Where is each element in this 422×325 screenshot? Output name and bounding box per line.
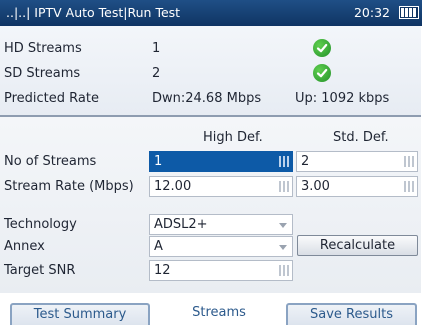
target-snr-field[interactable]: 12 bbox=[149, 260, 293, 281]
annex-value: A bbox=[154, 239, 163, 254]
sd-stream-rate-value: 3.00 bbox=[301, 179, 330, 194]
hd-no-of-streams-field[interactable]: 1 bbox=[149, 151, 293, 172]
bottom-tab-bar: Test Summary Streams Save Results bbox=[0, 293, 422, 325]
recalculate-button[interactable]: Recalculate bbox=[297, 235, 418, 256]
summary-panel: HD Streams 1 SD Streams 2 Predicted Rate… bbox=[0, 26, 421, 117]
hd-stream-rate-value: 12.00 bbox=[154, 179, 192, 194]
check-icon bbox=[313, 64, 331, 82]
tab-test-summary[interactable]: Test Summary bbox=[10, 303, 150, 325]
clock: 20:32 bbox=[353, 5, 390, 20]
predicted-rate-down: Dwn:24.68 Mbps bbox=[152, 91, 262, 106]
check-icon bbox=[313, 39, 331, 57]
hd-streams-label: HD Streams bbox=[4, 41, 82, 56]
sd-no-of-streams-field[interactable]: 2 bbox=[296, 151, 418, 172]
dropdown-arrow-icon[interactable] bbox=[279, 223, 287, 228]
keypad-icon[interactable] bbox=[404, 156, 414, 167]
technology-value: ADSL2+ bbox=[154, 217, 208, 232]
technology-label: Technology bbox=[4, 217, 77, 232]
annex-select[interactable]: A bbox=[149, 236, 293, 257]
sd-no-of-streams-value: 2 bbox=[301, 154, 310, 169]
summary-row-predicted-rate: Predicted Rate Dwn:24.68 Mbps Up: 1092 k… bbox=[0, 88, 421, 110]
target-snr-label: Target SNR bbox=[4, 263, 76, 278]
tab-streams[interactable]: Streams bbox=[163, 303, 275, 325]
sd-stream-rate-field[interactable]: 3.00 bbox=[296, 176, 418, 197]
tab-save-results[interactable]: Save Results bbox=[286, 303, 417, 325]
column-header-std-def: Std. Def. bbox=[333, 130, 389, 145]
keypad-icon[interactable] bbox=[279, 181, 289, 192]
predicted-rate-up: Up: 1092 kbps bbox=[295, 91, 390, 106]
sd-streams-value: 2 bbox=[152, 66, 161, 81]
keypad-icon[interactable] bbox=[404, 181, 414, 192]
sd-streams-label: SD Streams bbox=[4, 66, 81, 81]
hd-stream-rate-field[interactable]: 12.00 bbox=[149, 176, 293, 197]
keypad-icon[interactable] bbox=[279, 156, 289, 167]
column-header-high-def: High Def. bbox=[203, 130, 263, 145]
window-title: ..|..| IPTV Auto Test|Run Test bbox=[6, 5, 181, 20]
hd-no-of-streams-value: 1 bbox=[154, 154, 163, 169]
hd-streams-value: 1 bbox=[152, 41, 161, 56]
no-of-streams-label: No of Streams bbox=[4, 154, 97, 169]
target-snr-value: 12 bbox=[154, 263, 171, 278]
summary-row-sd-streams: SD Streams 2 bbox=[0, 63, 421, 85]
annex-label: Annex bbox=[4, 239, 45, 254]
stream-settings-panel: High Def. Std. Def. No of Streams 1 2 St… bbox=[0, 117, 421, 293]
predicted-rate-label: Predicted Rate bbox=[4, 91, 99, 106]
technology-select[interactable]: ADSL2+ bbox=[149, 214, 293, 235]
keypad-icon[interactable] bbox=[279, 265, 289, 276]
dropdown-arrow-icon[interactable] bbox=[279, 245, 287, 250]
stream-rate-label: Stream Rate (Mbps) bbox=[4, 179, 134, 194]
summary-row-hd-streams: HD Streams 1 bbox=[0, 38, 421, 60]
title-bar: ..|..| IPTV Auto Test|Run Test 20:32 bbox=[0, 0, 422, 26]
battery-icon bbox=[399, 6, 419, 19]
